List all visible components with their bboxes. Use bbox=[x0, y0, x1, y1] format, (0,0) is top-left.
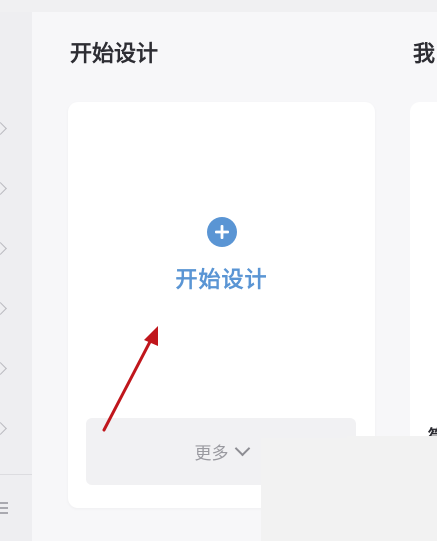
annotation-arrow bbox=[102, 326, 158, 432]
chevron-right-icon bbox=[0, 362, 7, 375]
chevron-right-icon bbox=[0, 122, 7, 135]
overlay-panel-right bbox=[347, 436, 437, 541]
chevron-right-icon bbox=[0, 242, 7, 255]
sidebar-item[interactable] bbox=[0, 358, 32, 380]
section-title-next: 我 bbox=[413, 42, 436, 67]
chevron-right-icon bbox=[0, 182, 7, 195]
more-label: 更多 bbox=[194, 444, 229, 464]
sidebar-item[interactable] bbox=[0, 178, 32, 200]
section-title-start-design: 开始设计 bbox=[70, 42, 159, 67]
sidebar-item[interactable] bbox=[0, 118, 32, 140]
chevron-down-icon bbox=[234, 440, 250, 457]
top-bar bbox=[0, 0, 437, 12]
plus-circle-icon bbox=[207, 217, 237, 247]
start-design-label: 开始设计 bbox=[175, 268, 268, 293]
sidebar-item[interactable] bbox=[0, 298, 32, 320]
sidebar bbox=[0, 12, 32, 541]
sidebar-item[interactable] bbox=[0, 418, 32, 440]
sidebar-divider bbox=[0, 474, 32, 475]
menu-icon[interactable] bbox=[0, 502, 8, 514]
chevron-right-icon bbox=[0, 422, 7, 435]
chevron-right-icon bbox=[0, 302, 7, 315]
sidebar-item[interactable] bbox=[0, 238, 32, 260]
